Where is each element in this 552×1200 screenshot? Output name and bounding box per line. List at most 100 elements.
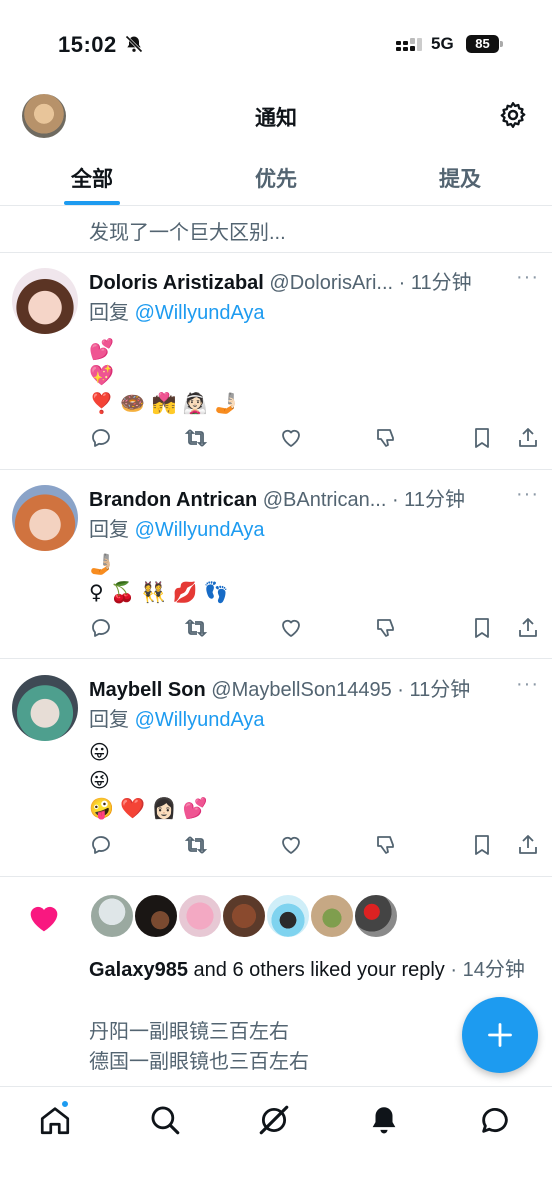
retweet-icon[interactable] [184,833,208,857]
more-options-icon[interactable]: ··· [516,673,539,696]
liker-avatar[interactable] [265,893,311,939]
post-text-line: 😜 [89,768,110,792]
post-text-line: ♀ 🍒 👯 💋 👣 [89,580,229,604]
share-icon[interactable] [516,426,540,450]
reply-prefix: 回复 [89,709,135,731]
bookmark-icon[interactable] [470,426,494,450]
bookmark-icon[interactable] [470,833,494,857]
grok-icon[interactable] [257,1103,291,1137]
post-time: · 11分钟 [397,679,471,701]
author-name[interactable]: Maybell Son [89,679,206,701]
notification-tabs: 全部 优先 提及 [0,152,552,206]
active-tab-indicator [64,201,120,205]
truncated-post-text[interactable]: 发现了一个巨大区别... [89,216,286,245]
battery-level: 85 [466,35,499,53]
plus-icon [488,1023,512,1047]
post-time: · 11分钟 [391,489,465,511]
compose-button[interactable] [462,997,538,1073]
like-icon[interactable] [279,616,303,640]
tab-all[interactable]: 全部 [0,152,184,205]
liker-avatar[interactable] [309,893,355,939]
post-time: · 11分钟 [398,272,472,294]
avatar[interactable] [12,268,78,334]
more-options-icon[interactable]: ··· [516,266,539,289]
tab-mentions[interactable]: 提及 [368,152,552,205]
divider [0,876,552,877]
liker-avatar[interactable] [133,893,179,939]
dislike-icon[interactable] [374,833,398,857]
liker-avatar[interactable] [177,893,223,939]
unread-dot [60,1099,70,1109]
like-icon[interactable] [279,833,303,857]
share-icon[interactable] [516,616,540,640]
reply-to-line: 回复 @WillyundAya [89,703,265,732]
reply-icon[interactable] [89,833,113,857]
dislike-icon[interactable] [374,426,398,450]
bookmark-icon[interactable] [470,616,494,640]
liker-avatar[interactable] [353,893,399,939]
post-text-line: 💕 [89,337,114,361]
post-text-line: ❣️ 🍩 💏 👰🏻 🤳🏻 [89,391,239,415]
header: 通知 [0,80,552,152]
author-handle: @MaybellSon14495 [211,679,392,701]
post-header: Maybell Son @MaybellSon14495 · 11分钟 [89,673,509,703]
author-handle: @DolorisAri... [269,272,394,294]
tab-priority[interactable]: 优先 [184,152,368,205]
search-icon[interactable] [148,1103,182,1137]
status-time: 15:02 [58,32,117,57]
battery-icon: 85 [466,35,504,53]
network-label: 5G [431,34,454,53]
mention-link[interactable]: @WillyundAya [135,302,265,324]
reply-to-line: 回复 @WillyundAya [89,513,265,542]
reply-post[interactable]: Brandon Antrican @BAntrican... · 11分钟 ··… [0,483,552,653]
reply-to-line: 回复 @WillyundAya [89,296,265,325]
signal-icon [396,38,422,51]
quoted-reply-line: 丹阳一副眼镜三百左右 [89,1021,289,1043]
divider [0,469,552,470]
share-icon[interactable] [516,833,540,857]
author-handle: @BAntrican... [262,489,387,511]
tab-mentions-label: 提及 [439,168,481,191]
settings-gear-icon[interactable] [498,100,528,130]
messages-icon[interactable] [478,1103,512,1137]
author-name[interactable]: Doloris Aristizabal [89,272,264,294]
tab-priority-label: 优先 [255,168,297,191]
tab-all-label: 全部 [71,168,113,191]
post-header: Doloris Aristizabal @DolorisAri... · 11分… [89,266,509,296]
post-header: Brandon Antrican @BAntrican... · 11分钟 [89,483,509,513]
post-text-line: 😛 [89,740,110,764]
bell-off-icon [125,35,143,53]
retweet-icon[interactable] [184,616,208,640]
notifications-icon[interactable] [367,1103,401,1137]
reply-post[interactable]: Doloris Aristizabal @DolorisAri... · 11分… [0,266,552,466]
heart-filled-icon [30,906,58,932]
avatar[interactable] [12,485,78,551]
like-icon[interactable] [279,426,303,450]
reply-icon[interactable] [89,426,113,450]
retweet-icon[interactable] [184,426,208,450]
avatar[interactable] [12,675,78,741]
liker-avatar[interactable] [221,893,267,939]
bottom-nav [0,1086,552,1200]
reply-post[interactable]: Maybell Son @MaybellSon14495 · 11分钟 ··· … [0,673,552,873]
liker-avatar[interactable] [89,893,135,939]
post-text-line: 💖 [89,363,114,387]
page-title: 通知 [255,107,297,130]
like-time: · 14分钟 [444,959,525,981]
post-actions [0,616,552,642]
reply-prefix: 回复 [89,519,135,541]
reply-icon[interactable] [89,616,113,640]
post-actions [0,833,552,859]
mention-link[interactable]: @WillyundAya [135,709,265,731]
more-options-icon[interactable]: ··· [516,483,539,506]
author-name[interactable]: Brandon Antrican [89,489,257,511]
mention-link[interactable]: @WillyundAya [135,519,265,541]
reply-prefix: 回复 [89,302,135,324]
liker-name[interactable]: Galaxy985 [89,959,188,981]
status-bar: 15:02 5G 85 [0,0,552,80]
post-text-line: 🤳🏼 [89,552,114,576]
divider [0,658,552,659]
dislike-icon[interactable] [374,616,398,640]
post-actions [0,426,552,452]
divider [0,252,552,253]
